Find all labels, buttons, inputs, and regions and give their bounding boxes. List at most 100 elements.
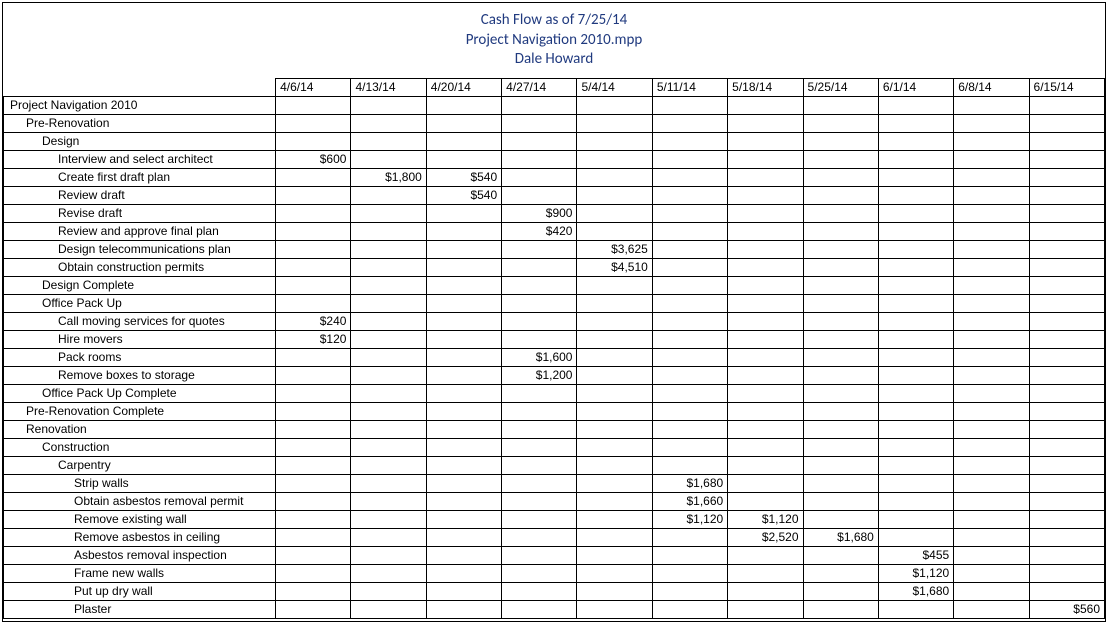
cell-value	[577, 330, 652, 348]
cell-value	[878, 258, 953, 276]
cell-value	[351, 240, 426, 258]
cell-value	[577, 582, 652, 600]
cell-value	[803, 420, 878, 438]
cell-value	[502, 330, 577, 348]
col-header: 4/6/14	[276, 78, 351, 96]
cell-value	[878, 366, 953, 384]
cell-value: $3,625	[577, 240, 652, 258]
cell-value	[577, 132, 652, 150]
cell-value	[954, 384, 1029, 402]
cell-value	[1029, 294, 1104, 312]
cell-value	[426, 276, 501, 294]
cell-value	[426, 456, 501, 474]
table-body: Project Navigation 2010Pre-RenovationDes…	[4, 96, 1105, 618]
task-name: Office Pack Up	[4, 294, 276, 312]
cell-value: $1,800	[351, 168, 426, 186]
cell-value	[803, 150, 878, 168]
cell-value	[803, 114, 878, 132]
cell-value	[803, 222, 878, 240]
cell-value	[803, 240, 878, 258]
cell-value	[502, 312, 577, 330]
cell-value	[652, 204, 727, 222]
cell-value	[351, 258, 426, 276]
cell-value	[426, 366, 501, 384]
cell-value	[652, 420, 727, 438]
task-name: Remove boxes to storage	[4, 366, 276, 384]
cell-value	[276, 402, 351, 420]
cell-value	[878, 276, 953, 294]
col-header: 4/13/14	[351, 78, 426, 96]
cell-value	[954, 546, 1029, 564]
cell-value: $240	[276, 312, 351, 330]
cell-value	[276, 114, 351, 132]
task-name: Review draft	[4, 186, 276, 204]
cell-value	[426, 582, 501, 600]
cell-value	[652, 312, 727, 330]
col-header: 4/20/14	[426, 78, 501, 96]
cell-value	[426, 258, 501, 276]
cell-value	[1029, 222, 1104, 240]
cell-value	[351, 546, 426, 564]
cell-value	[276, 600, 351, 618]
cell-value	[577, 546, 652, 564]
cell-value	[1029, 384, 1104, 402]
table-row: Call moving services for quotes$240	[4, 312, 1105, 330]
cell-value	[276, 456, 351, 474]
cell-value	[1029, 276, 1104, 294]
cell-value	[728, 438, 803, 456]
cell-value	[1029, 114, 1104, 132]
task-name: Hire movers	[4, 330, 276, 348]
cell-value	[276, 222, 351, 240]
cell-value	[803, 582, 878, 600]
cell-value	[426, 222, 501, 240]
report-title: Cash Flow as of 7/25/14	[3, 11, 1105, 31]
cell-value	[728, 366, 803, 384]
cell-value	[954, 474, 1029, 492]
cell-value	[351, 294, 426, 312]
cell-value	[351, 402, 426, 420]
cell-value	[878, 420, 953, 438]
cell-value	[652, 438, 727, 456]
cell-value	[652, 366, 727, 384]
table-row: Review draft$540	[4, 186, 1105, 204]
cell-value	[652, 600, 727, 618]
cell-value	[276, 366, 351, 384]
cell-value	[1029, 204, 1104, 222]
cell-value	[426, 150, 501, 168]
cell-value	[1029, 492, 1104, 510]
cell-value	[803, 510, 878, 528]
cell-value	[803, 132, 878, 150]
cell-value	[954, 366, 1029, 384]
cell-value	[276, 564, 351, 582]
task-name: Obtain asbestos removal permit	[4, 492, 276, 510]
cell-value	[426, 492, 501, 510]
task-name: Carpentry	[4, 456, 276, 474]
cell-value: $120	[276, 330, 351, 348]
cell-value	[652, 546, 727, 564]
cell-value	[502, 276, 577, 294]
table-row: Plaster$560	[4, 600, 1105, 618]
cell-value	[502, 294, 577, 312]
cell-value	[1029, 474, 1104, 492]
cell-value	[803, 366, 878, 384]
cell-value	[803, 492, 878, 510]
cell-value	[954, 528, 1029, 546]
cell-value	[878, 492, 953, 510]
cell-value	[878, 510, 953, 528]
cell-value	[728, 258, 803, 276]
cell-value	[502, 456, 577, 474]
cell-value	[652, 582, 727, 600]
cell-value	[426, 564, 501, 582]
cell-value	[878, 528, 953, 546]
cell-value	[351, 456, 426, 474]
cell-value	[728, 456, 803, 474]
cell-value	[426, 294, 501, 312]
cell-value	[1029, 564, 1104, 582]
cell-value	[577, 114, 652, 132]
cell-value	[1029, 582, 1104, 600]
cell-value	[954, 402, 1029, 420]
table-row: Renovation	[4, 420, 1105, 438]
cell-value	[652, 276, 727, 294]
cell-value	[1029, 132, 1104, 150]
table-row: Office Pack Up	[4, 294, 1105, 312]
